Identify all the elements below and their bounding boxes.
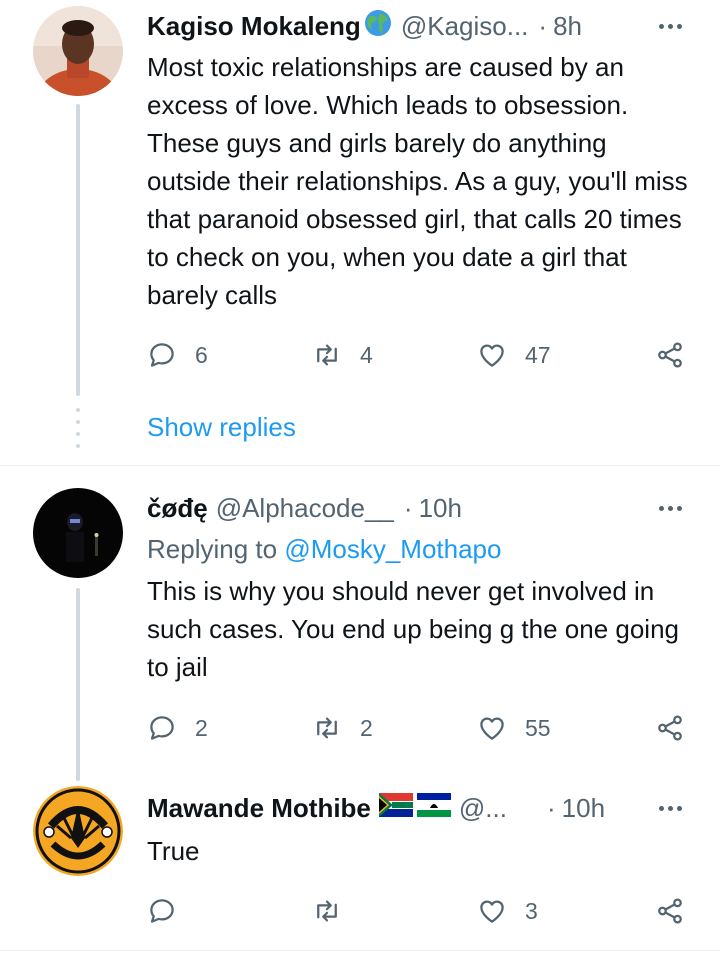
tweet-actions: 3 [147,894,692,928]
more-icon[interactable] [650,492,690,524]
thread-continuation-dots [76,408,80,448]
replying-to-mention[interactable]: @Mosky_Mothapo [284,534,501,564]
separator-dot: · [546,792,556,823]
separator-dot: · [403,492,413,523]
timestamp[interactable]: 8h [553,11,582,42]
user-handle[interactable]: @Kagiso... [401,11,529,42]
like-icon [480,344,504,367]
tweet-text: Most toxic relationships are caused by a… [147,52,688,310]
tweet-text: True [147,836,200,866]
replying-to-prefix: Replying to [147,534,278,564]
timestamp[interactable]: 10h [562,793,605,824]
retweet-icon [317,717,337,739]
share-icon [658,715,682,741]
reply-button[interactable]: 6 [147,338,208,372]
retweet-icon [317,344,337,366]
avatar[interactable] [33,786,123,876]
retweet-button[interactable] [312,894,360,928]
reply-icon [150,343,174,367]
share-icon [658,898,682,924]
replying-to: Replying to @Mosky_Mothapo [147,534,501,565]
show-replies-link[interactable]: Show replies [147,412,296,443]
like-button[interactable]: 55 [477,711,551,745]
tweet-mawande[interactable]: Mawande Mothibe @... · 10h True 3 [0,776,720,957]
retweet-button[interactable]: 2 [312,711,373,745]
tweet-header: Mawande Mothibe @... · 10h [147,788,690,828]
user-handle[interactable]: @Alphacode__ [216,493,394,524]
like-icon [480,717,504,740]
timestamp[interactable]: 10h [419,493,462,524]
more-icon[interactable] [650,10,690,42]
tweet-alphacode[interactable]: čøđę @Alphacode__ · 10h Replying to @Mos… [0,466,720,781]
like-count: 3 [525,897,538,924]
divider [0,950,720,951]
tweet-kagiso[interactable]: Kagiso Mokaleng @Kagiso... · 8h Most tox… [0,0,720,465]
like-count: 47 [525,341,551,368]
south-africa-flag-icon [378,792,413,824]
avatar[interactable] [33,6,123,96]
display-name[interactable]: Kagiso Mokaleng [147,11,361,42]
share-button[interactable] [655,894,685,928]
share-button[interactable] [655,711,685,745]
avatar[interactable] [33,488,123,578]
reply-count: 2 [195,714,208,741]
display-name[interactable]: čøđę [147,493,208,524]
retweet-count: 4 [360,341,373,368]
like-icon [480,900,504,923]
share-button[interactable] [655,338,685,372]
retweet-button[interactable]: 4 [312,338,373,372]
thread-line [76,588,80,781]
like-button[interactable]: 3 [477,894,538,928]
display-name[interactable]: Mawande Mothibe [147,793,371,824]
separator-dot: · [538,10,548,41]
more-icon[interactable] [650,792,690,824]
share-icon [658,342,682,368]
reply-icon [150,899,174,923]
tweet-actions: 6 4 47 [147,338,692,372]
reply-button[interactable] [147,894,195,928]
globe-icon [363,8,393,45]
thread-line [76,104,80,396]
user-handle[interactable]: @... [459,793,507,824]
tweet-text: This is why you should never get involve… [147,576,679,682]
like-count: 55 [525,714,551,741]
reply-button[interactable]: 2 [147,711,208,745]
reply-count: 6 [195,341,208,368]
reply-icon [150,716,174,740]
retweet-count: 2 [360,714,373,741]
tweet-header: Kagiso Mokaleng @Kagiso... · 8h [147,6,690,46]
retweet-icon [317,900,337,922]
like-button[interactable]: 47 [477,338,551,372]
lesotho-flag-icon [416,792,451,824]
tweet-actions: 2 2 55 [147,711,692,745]
tweet-header: čøđę @Alphacode__ · 10h [147,488,690,528]
